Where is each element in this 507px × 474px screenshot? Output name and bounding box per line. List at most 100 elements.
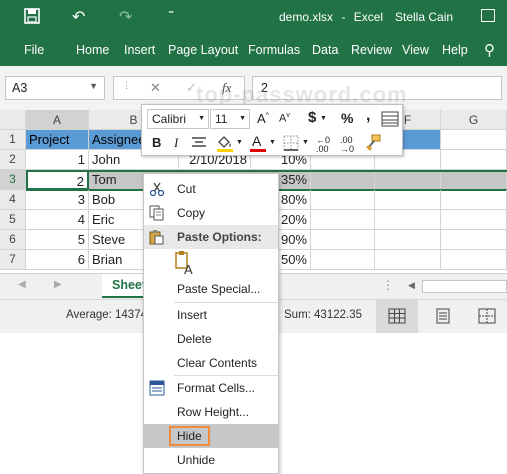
menu-item-insert[interactable]: Insert (144, 303, 278, 327)
window-title: demo.xlsx - Excel (279, 10, 383, 24)
row-header-3[interactable]: 3 (0, 170, 26, 190)
cell-a1[interactable]: Project (26, 130, 89, 150)
chevron-down-icon[interactable]: ▼ (236, 139, 243, 146)
row-header-7[interactable]: 7 (0, 250, 26, 270)
column-header-a[interactable]: A (26, 110, 89, 130)
currency-icon[interactable]: $ (308, 109, 316, 126)
horizontal-scrollbar[interactable] (422, 280, 507, 293)
cell-g7[interactable] (441, 250, 507, 270)
menu-item-copy[interactable]: Copy (144, 201, 278, 225)
tab-formulas[interactable]: Formulas (248, 43, 300, 57)
save-icon[interactable] (24, 8, 40, 29)
page-break-view-icon[interactable] (478, 308, 496, 324)
decrease-decimal-icon[interactable]: .00 →0 (340, 136, 354, 154)
format-table-icon[interactable] (381, 111, 399, 127)
ribbon-display-options-icon[interactable] (481, 9, 495, 22)
comma-icon[interactable]: , (366, 107, 370, 125)
redo-icon[interactable]: ↷ (119, 7, 132, 27)
tab-home[interactable]: Home (76, 43, 109, 57)
cell-a2[interactable]: 1 (26, 150, 89, 170)
more-icon[interactable]: ⋮ (122, 80, 131, 91)
cell-e3[interactable] (311, 170, 375, 190)
tab-insert[interactable]: Insert (124, 43, 155, 57)
increase-decimal-icon[interactable]: ←0.00 (316, 136, 330, 154)
format-painter-icon[interactable] (364, 134, 382, 152)
font-size-dropdown[interactable]: 11 ▼ (210, 109, 250, 129)
fill-color-icon[interactable] (216, 134, 234, 152)
tab-split-icon[interactable]: ⋮ (382, 278, 394, 292)
ribbon-tabs: File Home Insert Page Layout Formulas Da… (0, 36, 507, 66)
cell-e5[interactable] (311, 210, 375, 230)
chevron-down-icon[interactable]: ▼ (320, 115, 327, 122)
cell-f5[interactable] (375, 210, 441, 230)
cell-a6[interactable]: 5 (26, 230, 89, 250)
search-icon[interactable]: ⚲ (484, 41, 495, 59)
cell-g1[interactable] (441, 130, 507, 150)
cell-g2[interactable] (441, 150, 507, 170)
font-name-dropdown[interactable]: Calibri ▼ (147, 109, 209, 129)
bold-icon[interactable]: B (152, 135, 161, 150)
cancel-icon[interactable]: ✕ (150, 80, 161, 96)
cell-f4[interactable] (375, 190, 441, 210)
menu-item-hide[interactable]: Hide (144, 424, 278, 448)
row-header-1[interactable]: 1 (0, 130, 26, 150)
cell-e4[interactable] (311, 190, 375, 210)
tab-help[interactable]: Help (442, 43, 468, 57)
menu-item-row-height[interactable]: Row Height... (144, 400, 278, 424)
cell-a3[interactable]: 2 (26, 170, 89, 190)
user-name[interactable]: Stella Cain (395, 10, 453, 24)
align-center-icon[interactable] (192, 137, 206, 149)
tab-data[interactable]: Data (312, 43, 338, 57)
cell-e7[interactable] (311, 250, 375, 270)
undo-icon[interactable]: ↶ (72, 7, 85, 27)
sheet-tab-sheet1[interactable]: Sheet1 (102, 274, 144, 298)
cell-e6[interactable] (311, 230, 375, 250)
chevron-down-icon[interactable]: ▼ (269, 139, 276, 146)
menu-label-clear-contents: Clear Contents (177, 356, 258, 370)
cell-f3[interactable] (375, 170, 441, 190)
cell-a5[interactable]: 4 (26, 210, 89, 230)
menu-label-cut: Cut (177, 182, 196, 196)
chevron-down-icon[interactable]: ▼ (89, 81, 98, 91)
name-box[interactable]: A3 ▼ (5, 76, 105, 100)
normal-view-icon[interactable] (388, 308, 406, 324)
cell-a7[interactable]: 6 (26, 250, 89, 270)
cell-f7[interactable] (375, 250, 441, 270)
cell-a4[interactable]: 3 (26, 190, 89, 210)
paste-option-button[interactable]: A (174, 250, 198, 277)
borders-icon[interactable] (283, 135, 299, 151)
chevron-down-icon[interactable]: ▼ (302, 139, 309, 146)
tab-view[interactable]: View (402, 43, 429, 57)
row-header-5[interactable]: 5 (0, 210, 26, 230)
hscroll-left-icon[interactable]: ◀ (408, 280, 415, 291)
percent-icon[interactable]: % (341, 110, 353, 126)
page-layout-view-icon[interactable] (434, 308, 452, 324)
menu-item-cut[interactable]: Cut (144, 177, 278, 201)
font-size-value: 11 (215, 112, 228, 126)
font-color-icon[interactable]: A (252, 133, 261, 149)
cell-g4[interactable] (441, 190, 507, 210)
menu-item-paste-special[interactable]: Paste Special... (144, 277, 278, 301)
scroll-left-icon[interactable]: ◀ (18, 279, 26, 290)
menu-item-format-cells[interactable]: Format Cells... (144, 376, 278, 400)
tab-page-layout[interactable]: Page Layout (168, 43, 238, 57)
tab-review[interactable]: Review (351, 43, 392, 57)
cell-g5[interactable] (441, 210, 507, 230)
menu-item-clear-contents[interactable]: Clear Contents (144, 351, 278, 375)
italic-icon[interactable]: I (174, 135, 178, 151)
increase-font-icon[interactable]: A^ (257, 111, 269, 126)
scroll-right-icon[interactable]: ▶ (54, 279, 62, 290)
customize-qat-icon[interactable]: ⁼ (168, 7, 174, 21)
column-header-g[interactable]: G (441, 110, 507, 130)
tab-file[interactable]: File (24, 43, 44, 57)
decrease-font-icon[interactable]: Av (279, 112, 290, 125)
cell-g6[interactable] (441, 230, 507, 250)
row-header-2[interactable]: 2 (0, 150, 26, 170)
menu-item-unhide[interactable]: Unhide (144, 448, 278, 472)
cell-g3[interactable] (441, 170, 507, 190)
row-header-4[interactable]: 4 (0, 190, 26, 210)
menu-item-delete[interactable]: Delete (144, 327, 278, 351)
cell-f6[interactable] (375, 230, 441, 250)
row-header-6[interactable]: 6 (0, 230, 26, 250)
select-all-corner[interactable] (0, 110, 26, 130)
